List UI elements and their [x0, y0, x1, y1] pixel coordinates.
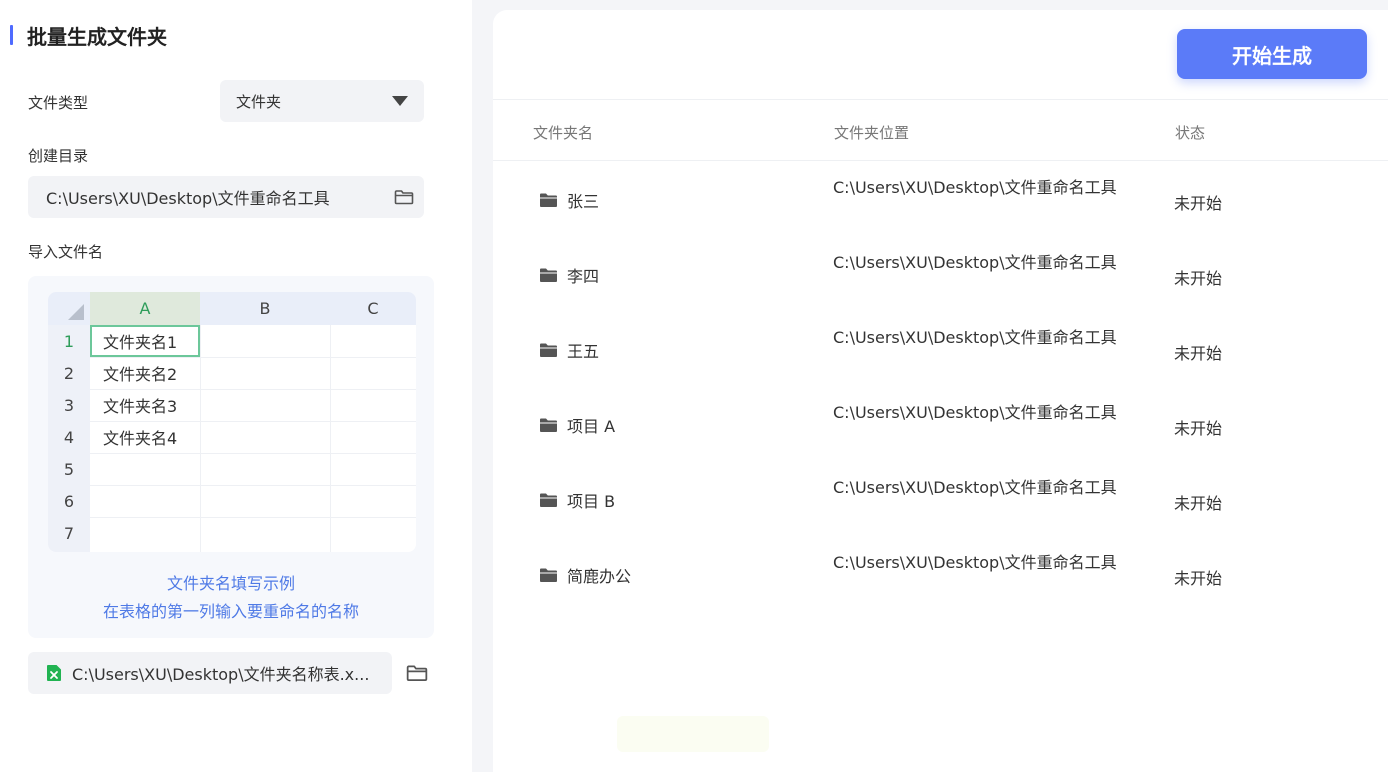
column-header-a: A	[90, 292, 200, 325]
grid-line	[200, 325, 201, 552]
folder-name-cell: 李四	[539, 263, 599, 287]
divider	[493, 99, 1388, 100]
file-type-select[interactable]: 文件夹	[220, 80, 424, 122]
folder-name-cell: 王五	[539, 338, 599, 362]
title-accent-bar	[10, 25, 13, 45]
folder-name: 项目 A	[567, 417, 616, 436]
grid-line	[90, 453, 416, 454]
folder-location: C:\Users\XU\Desktop\文件重命名工具	[833, 478, 1117, 497]
sample-caption-hint: 在表格的第一列输入要重命名的名称	[102, 602, 359, 621]
row-header-6: 6	[63, 491, 75, 511]
right-panel: 开始生成 文件夹名 文件夹位置 状态 张三 C:\Users\XU\Deskto…	[493, 10, 1388, 772]
row-header-1: 1	[63, 331, 75, 351]
import-file-value: C:\Users\XU\Desktop\文件夹名称表.x...	[72, 665, 370, 684]
grid-line	[90, 485, 416, 486]
folder-name: 王五	[567, 342, 600, 361]
table-row: 项目 A C:\Users\XU\Desktop\文件重命名工具 未开始	[493, 387, 1388, 462]
table-row: 项目 B C:\Users\XU\Desktop\文件重命名工具 未开始	[493, 462, 1388, 537]
folder-icon	[540, 493, 557, 507]
folder-name-cell: 项目 B	[539, 488, 615, 512]
divider	[493, 160, 1388, 161]
folder-name-cell: 张三	[539, 188, 599, 212]
folder-icon	[540, 268, 557, 282]
folder-name: 项目 B	[567, 492, 616, 511]
folder-name-cell: 简鹿办公	[539, 563, 631, 587]
folder-open-icon[interactable]	[406, 664, 428, 682]
folder-name: 张三	[567, 192, 600, 211]
folder-name: 简鹿办公	[567, 567, 632, 586]
sheet-cell-a1: 文件夹名1	[90, 325, 200, 357]
start-generate-button[interactable]: 开始生成	[1177, 29, 1367, 79]
row-header-5: 5	[63, 459, 75, 479]
table-row: 李四 C:\Users\XU\Desktop\文件重命名工具 未开始	[493, 237, 1388, 312]
create-dir-field[interactable]: C:\Users\XU\Desktop\文件重命名工具	[28, 176, 424, 218]
folder-icon	[540, 193, 557, 207]
folder-icon	[540, 418, 557, 432]
folder-location: C:\Users\XU\Desktop\文件重命名工具	[833, 178, 1117, 197]
grid-line	[330, 325, 331, 552]
sheet-cell-a2: 文件夹名2	[103, 365, 178, 384]
folder-location: C:\Users\XU\Desktop\文件重命名工具	[833, 253, 1117, 272]
sample-caption-title: 文件夹名填写示例	[166, 574, 295, 593]
watermark	[617, 716, 769, 752]
table-row: 王五 C:\Users\XU\Desktop\文件重命名工具 未开始	[493, 312, 1388, 387]
row-header-3: 3	[63, 395, 75, 415]
folder-location: C:\Users\XU\Desktop\文件重命名工具	[833, 403, 1117, 422]
row-header-4: 4	[63, 427, 75, 447]
excel-file-icon	[47, 665, 61, 681]
header-status: 状态	[1175, 124, 1206, 142]
folder-name-cell: 项目 A	[539, 413, 615, 437]
folder-icon	[540, 343, 557, 357]
row-header-2: 2	[63, 363, 75, 383]
sample-area: A B C 1 2 3 4 5 6 7 文件夹名1 文件夹名2 文件夹名3 文件…	[28, 276, 434, 638]
create-dir-label: 创建目录	[28, 147, 89, 165]
file-type-label: 文件类型	[28, 94, 89, 112]
panel-title-text: 批量生成文件夹	[27, 24, 167, 49]
status-text: 未开始	[1174, 494, 1223, 513]
table-row: 张三 C:\Users\XU\Desktop\文件重命名工具 未开始	[493, 162, 1388, 237]
folder-location: C:\Users\XU\Desktop\文件重命名工具	[833, 328, 1117, 347]
folder-open-icon[interactable]	[394, 189, 414, 205]
grid-line	[90, 517, 416, 518]
folder-name: 李四	[567, 267, 600, 286]
row-header-7: 7	[63, 523, 75, 543]
table-row: 简鹿办公 C:\Users\XU\Desktop\文件重命名工具 未开始	[493, 537, 1388, 612]
header-folder-name: 文件夹名	[533, 124, 594, 142]
sheet-cell-a3: 文件夹名3	[103, 397, 178, 416]
select-all-triangle-icon	[68, 304, 84, 320]
folder-location: C:\Users\XU\Desktop\文件重命名工具	[833, 553, 1117, 572]
file-type-value: 文件夹	[236, 92, 282, 111]
import-label: 导入文件名	[28, 243, 104, 261]
column-header-b: B	[259, 299, 271, 318]
sample-spreadsheet: A B C 1 2 3 4 5 6 7 文件夹名1 文件夹名2 文件夹名3 文件…	[48, 292, 416, 552]
status-text: 未开始	[1174, 569, 1223, 588]
panel-title: 批量生成文件夹	[10, 22, 167, 49]
status-text: 未开始	[1174, 194, 1223, 213]
create-dir-value: C:\Users\XU\Desktop\文件重命名工具	[46, 189, 330, 208]
folder-icon	[540, 568, 557, 582]
status-text: 未开始	[1174, 344, 1223, 363]
sheet-cell-a4: 文件夹名4	[103, 429, 178, 448]
left-panel: 批量生成文件夹 文件类型 文件夹 创建目录 C:\Users\XU\Deskto…	[0, 0, 472, 772]
column-header-c: C	[367, 299, 379, 318]
status-text: 未开始	[1174, 269, 1223, 288]
caret-down-icon	[392, 96, 408, 106]
sheet-corner	[48, 292, 90, 325]
header-folder-location: 文件夹位置	[834, 124, 910, 142]
import-file-field[interactable]: C:\Users\XU\Desktop\文件夹名称表.x...	[28, 652, 392, 694]
status-text: 未开始	[1174, 419, 1223, 438]
